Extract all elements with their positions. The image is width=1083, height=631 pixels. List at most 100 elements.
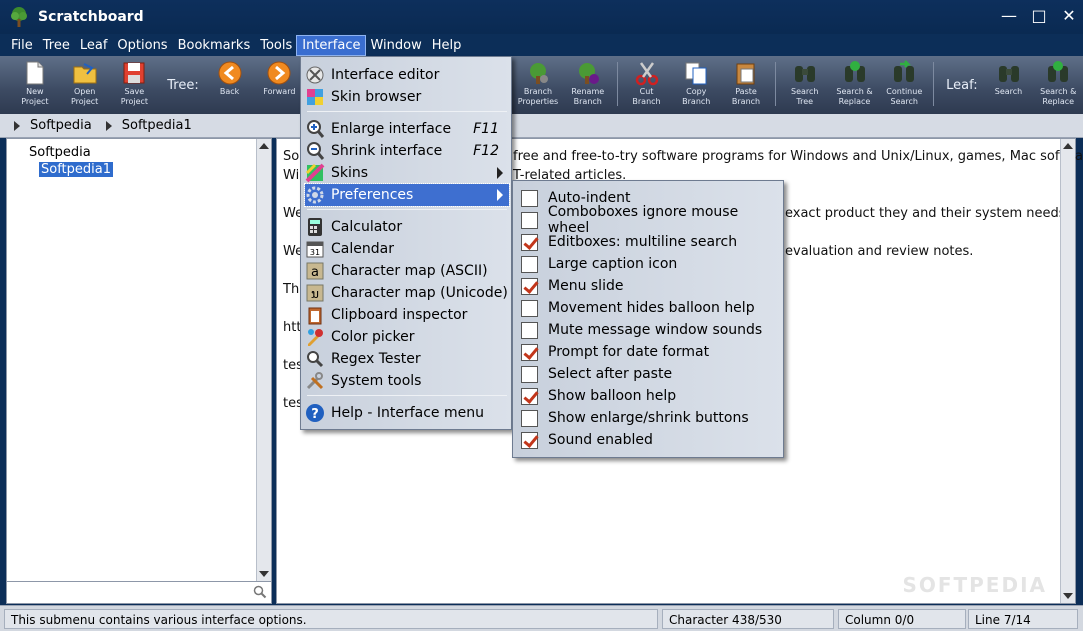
pref-label: Editboxes: multiline search (548, 234, 738, 250)
editor-scrollbar[interactable] (1060, 139, 1075, 603)
minimize-button[interactable]: — (1001, 8, 1017, 24)
menu-item-clipboard-inspector[interactable]: Clipboard inspector (305, 304, 509, 326)
menu-item-system-tools[interactable]: System tools (305, 370, 509, 392)
tree-node-child[interactable]: Softpedia1 (37, 161, 115, 178)
scroll-up-icon[interactable] (259, 143, 269, 149)
charmap-ascii-icon: a (306, 262, 324, 280)
zoom-out-icon (307, 142, 325, 160)
pref-checkbox[interactable] (521, 431, 538, 449)
menu-item-charmap-unicode[interactable]: ນ Character map (Unicode) (305, 282, 509, 304)
pref-checkbox[interactable] (521, 277, 538, 295)
branch-properties-button[interactable]: Branch Properties (513, 56, 563, 112)
pref-checkbox[interactable] (521, 365, 538, 383)
search-icon[interactable] (253, 585, 267, 599)
search-tree-label: Search Tree (791, 87, 819, 106)
forward-button[interactable]: Forward (254, 56, 304, 112)
menu-options[interactable]: Options (112, 36, 172, 55)
pref-movement-hides-balloon[interactable]: Movement hides balloon help (519, 297, 781, 319)
pref-checkbox[interactable] (521, 299, 538, 317)
rename-branch-icon (578, 63, 599, 84)
search-replace-tree-button[interactable]: Search & Replace (830, 56, 880, 112)
breadcrumb-item[interactable]: Softpedia1 (122, 118, 192, 133)
menu-interface[interactable]: Interface (296, 34, 367, 56)
pref-show-enlarge-shrink[interactable]: Show enlarge/shrink buttons (519, 407, 781, 429)
menu-item-shrink-interface[interactable]: Shrink interface F12 (305, 140, 509, 162)
copy-branch-button[interactable]: Copy Branch (671, 56, 721, 112)
paste-branch-button[interactable]: Paste Branch (721, 56, 771, 112)
back-arrow-icon (218, 61, 242, 85)
leaf-search-replace-button[interactable]: Search & Replace (1033, 56, 1083, 112)
pref-checkbox[interactable] (521, 255, 538, 273)
tree-search-input[interactable] (7, 581, 271, 603)
calendar-icon: 31 (306, 241, 324, 258)
pref-mute-message-sounds[interactable]: Mute message window sounds (519, 319, 781, 341)
copy-branch-label: Copy Branch (682, 87, 711, 106)
menu-item-preferences[interactable]: Preferences (304, 183, 510, 207)
menu-tools[interactable]: Tools (255, 36, 297, 55)
menu-window[interactable]: Window (365, 36, 426, 55)
menu-leaf[interactable]: Leaf (75, 36, 113, 55)
pref-checkbox[interactable] (521, 409, 538, 427)
pref-editboxes-multiline[interactable]: Editboxes: multiline search (519, 231, 781, 253)
menu-item-help-interface[interactable]: ? Help - Interface menu (305, 402, 509, 424)
pref-prompt-date-format[interactable]: Prompt for date format (519, 341, 781, 363)
back-button[interactable]: Back (205, 56, 255, 112)
menu-item-calendar[interactable]: 31 Calendar (305, 238, 509, 260)
leaf-search-button[interactable]: Search (984, 56, 1034, 112)
menu-help[interactable]: Help (427, 36, 467, 55)
menu-item-interface-editor[interactable]: Interface editor (305, 64, 509, 86)
menu-item-enlarge-interface[interactable]: Enlarge interface F11 (305, 118, 509, 140)
skins-icon (305, 163, 325, 183)
breadcrumb-arrow-icon (14, 120, 20, 131)
menu-tree[interactable]: Tree (38, 36, 75, 55)
pref-comboboxes-ignore-wheel[interactable]: Comboboxes ignore mouse wheel (519, 204, 781, 236)
copy-icon (685, 62, 707, 85)
rename-branch-button[interactable]: Rename Branch (563, 56, 613, 112)
tree-node-root[interactable]: Softpedia (29, 145, 91, 160)
menu-item-charmap-ascii[interactable]: a Character map (ASCII) (305, 260, 509, 282)
menu-item-label: Regex Tester (331, 351, 421, 367)
pref-show-balloon-help[interactable]: Show balloon help (519, 385, 781, 407)
menu-item-regex-tester[interactable]: Regex Tester (305, 348, 509, 370)
breadcrumb-item[interactable]: Softpedia (30, 118, 92, 133)
search-tree-button[interactable]: Search Tree (780, 56, 830, 112)
menu-bookmarks[interactable]: Bookmarks (173, 36, 256, 55)
pref-sound-enabled[interactable]: Sound enabled (519, 429, 781, 451)
scroll-down-icon[interactable] (1063, 593, 1073, 599)
menu-item-label: Help - Interface menu (331, 405, 484, 421)
pref-checkbox[interactable] (521, 189, 538, 207)
pref-checkbox[interactable] (521, 343, 538, 361)
editor-text-line: evaluation and review notes. (785, 244, 974, 259)
continue-search-button[interactable]: Continue Search (879, 56, 929, 112)
menu-item-label: Calendar (331, 241, 394, 257)
tree-scrollbar[interactable] (256, 139, 271, 581)
branch-properties-label: Branch Properties (517, 87, 559, 106)
menu-item-calculator[interactable]: Calculator (305, 216, 509, 238)
pref-menu-slide[interactable]: Menu slide (519, 275, 781, 297)
menu-item-color-picker[interactable]: Color picker (305, 326, 509, 348)
menu-item-skins[interactable]: Skins (305, 162, 509, 184)
menu-file[interactable]: File (6, 36, 38, 55)
pref-checkbox[interactable] (521, 321, 538, 339)
scroll-down-icon[interactable] (259, 571, 269, 577)
pref-checkbox[interactable] (521, 387, 538, 405)
maximize-button[interactable]: □ (1031, 8, 1047, 24)
pref-checkbox[interactable] (521, 233, 538, 251)
cut-branch-button[interactable]: Cut Branch (622, 56, 672, 112)
menu-item-skin-browser[interactable]: Skin browser (305, 86, 509, 108)
menu-item-label: Skins (331, 165, 369, 181)
new-project-button[interactable]: New Project (10, 56, 60, 112)
save-project-button[interactable]: Save Project (110, 56, 160, 112)
open-project-button[interactable]: Open Project (60, 56, 110, 112)
pref-label: Movement hides balloon help (548, 300, 755, 316)
pref-large-caption-icon[interactable]: Large caption icon (519, 253, 781, 275)
leaf-group-label: Leaf: (946, 78, 978, 93)
close-button[interactable]: ✕ (1061, 8, 1077, 24)
scroll-up-icon[interactable] (1063, 143, 1073, 149)
branch-properties-icon (530, 63, 549, 84)
save-project-label: Save Project (120, 87, 149, 106)
pref-label: Show enlarge/shrink buttons (548, 410, 749, 426)
toolbar-separator (774, 62, 776, 106)
pref-checkbox[interactable] (521, 211, 538, 229)
pref-select-after-paste[interactable]: Select after paste (519, 363, 781, 385)
